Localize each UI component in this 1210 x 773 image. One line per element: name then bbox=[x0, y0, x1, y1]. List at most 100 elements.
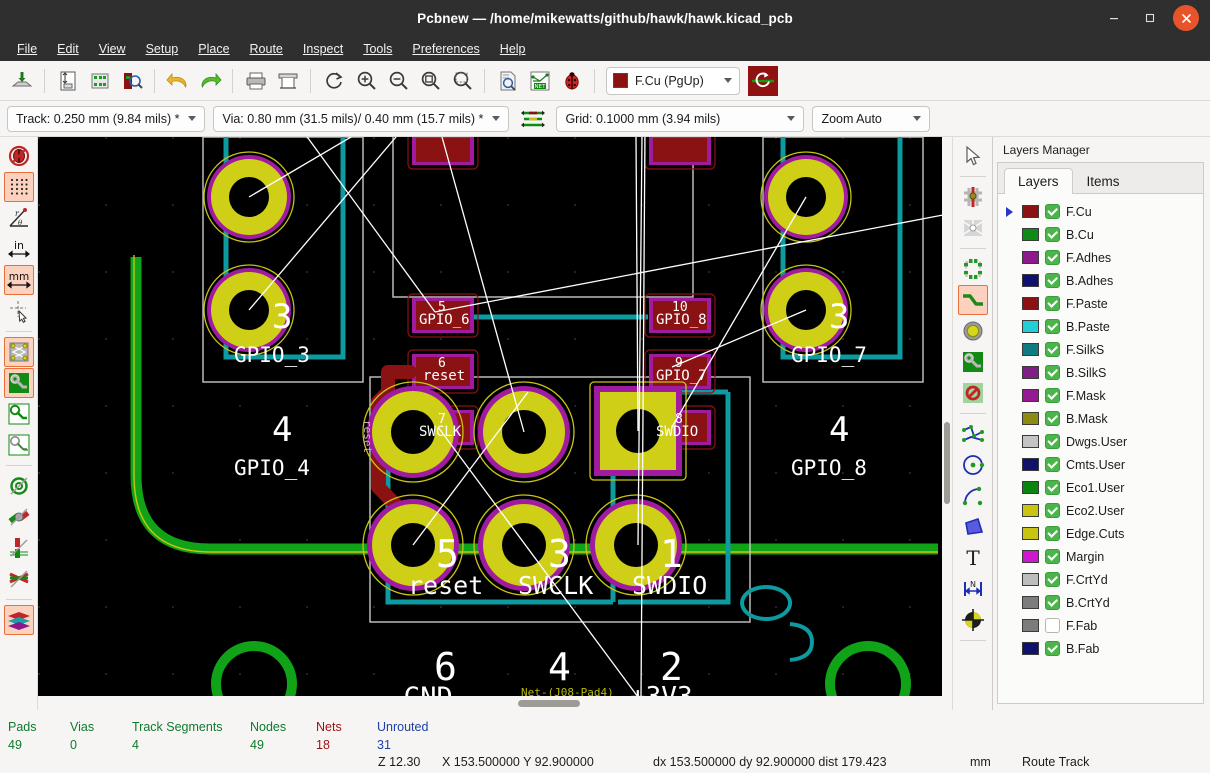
layer-row[interactable]: F.Adhes bbox=[998, 246, 1203, 269]
layer-visibility-checkbox[interactable] bbox=[1045, 411, 1060, 426]
layer-color-swatch[interactable] bbox=[1022, 297, 1039, 310]
add-arc-icon[interactable] bbox=[958, 481, 988, 511]
vias-sketch-icon[interactable] bbox=[4, 502, 34, 532]
layer-color-swatch[interactable] bbox=[1022, 205, 1039, 218]
layer-color-swatch[interactable] bbox=[1022, 550, 1039, 563]
polar-coords-icon[interactable]: r θ bbox=[4, 203, 34, 233]
save-board-icon[interactable] bbox=[6, 65, 37, 96]
menu-inspect[interactable]: Inspect bbox=[294, 39, 352, 59]
layer-visibility-checkbox[interactable] bbox=[1045, 618, 1060, 633]
layer-color-swatch[interactable] bbox=[1022, 251, 1039, 264]
add-keepout-zone-icon[interactable] bbox=[958, 378, 988, 408]
local-ratsnest-icon[interactable] bbox=[958, 213, 988, 243]
layer-row[interactable]: F.Mask bbox=[998, 384, 1203, 407]
redo-icon[interactable] bbox=[194, 65, 225, 96]
menu-file[interactable]: File bbox=[8, 39, 46, 59]
auto-track-width-icon[interactable] bbox=[517, 103, 548, 134]
menu-setup[interactable]: Setup bbox=[137, 39, 188, 59]
grid-selector[interactable]: Grid: 0.1000 mm (3.94 mils) bbox=[556, 105, 805, 132]
layer-visibility-checkbox[interactable] bbox=[1045, 250, 1060, 265]
select-cursor-icon[interactable] bbox=[958, 141, 988, 171]
zoom-out-icon[interactable] bbox=[382, 65, 413, 96]
plot-icon[interactable] bbox=[272, 65, 303, 96]
layer-visibility-checkbox[interactable] bbox=[1045, 365, 1060, 380]
layer-row[interactable]: Eco2.User bbox=[998, 499, 1203, 522]
layer-row[interactable]: F.Fab bbox=[998, 614, 1203, 637]
layer-visibility-checkbox[interactable] bbox=[1045, 503, 1060, 518]
layer-visibility-checkbox[interactable] bbox=[1045, 572, 1060, 587]
scroll-thumb[interactable] bbox=[518, 700, 580, 707]
layer-color-swatch[interactable] bbox=[1022, 642, 1039, 655]
net-inspect-icon[interactable]: NET bbox=[524, 65, 555, 96]
layer-row[interactable]: Margin bbox=[998, 545, 1203, 568]
layer-row[interactable]: B.Mask bbox=[998, 407, 1203, 430]
layer-color-swatch[interactable] bbox=[1022, 320, 1039, 333]
zoom-fit-icon[interactable] bbox=[414, 65, 445, 96]
show-ratsnest-icon[interactable] bbox=[3, 337, 34, 367]
fill-zones-icon[interactable] bbox=[3, 368, 34, 398]
units-mm-icon[interactable]: mm bbox=[3, 265, 34, 295]
layer-row[interactable]: B.Adhes bbox=[998, 269, 1203, 292]
netlist-read-icon[interactable] bbox=[492, 65, 523, 96]
via-size-selector[interactable]: Via: 0.80 mm (31.5 mils)/ 0.40 mm (15.7 … bbox=[213, 105, 510, 132]
wireframe-zones-icon[interactable] bbox=[4, 399, 34, 429]
layer-visibility-checkbox[interactable] bbox=[1045, 273, 1060, 288]
sketch-zones-icon[interactable] bbox=[4, 430, 34, 460]
place-footprint-icon[interactable] bbox=[958, 254, 988, 284]
highlight-net-icon[interactable] bbox=[958, 182, 988, 212]
menu-edit[interactable]: Edit bbox=[48, 39, 88, 59]
menu-preferences[interactable]: Preferences bbox=[403, 39, 488, 59]
layer-visibility-checkbox[interactable] bbox=[1045, 526, 1060, 541]
footprint-editor-icon[interactable] bbox=[84, 65, 115, 96]
layer-row[interactable]: B.Paste bbox=[998, 315, 1203, 338]
zoom-selector[interactable]: Zoom Auto bbox=[812, 105, 931, 132]
layer-row[interactable]: B.Fab bbox=[998, 637, 1203, 660]
layer-color-swatch[interactable] bbox=[1022, 481, 1039, 494]
active-layer-selector[interactable]: F.Cu (PgUp) bbox=[606, 66, 740, 95]
canvas-vertical-scrollbar[interactable] bbox=[942, 137, 952, 696]
layer-color-swatch[interactable] bbox=[1022, 366, 1039, 379]
layer-visibility-checkbox[interactable] bbox=[1045, 204, 1060, 219]
add-text-icon[interactable]: T bbox=[958, 543, 988, 573]
canvas-horizontal-scrollbar[interactable] bbox=[38, 696, 952, 710]
grid-display-icon[interactable] bbox=[3, 172, 34, 202]
layer-row[interactable]: F.Cu bbox=[998, 200, 1203, 223]
layer-row[interactable]: B.Cu bbox=[998, 223, 1203, 246]
layer-row[interactable]: B.CrtYd bbox=[998, 591, 1203, 614]
contrast-mode-icon[interactable] bbox=[3, 605, 34, 635]
layer-visibility-checkbox[interactable] bbox=[1045, 480, 1060, 495]
menu-view[interactable]: View bbox=[90, 39, 135, 59]
refresh-icon[interactable] bbox=[318, 65, 349, 96]
layer-color-swatch[interactable] bbox=[1022, 412, 1039, 425]
layer-color-swatch[interactable] bbox=[1022, 573, 1039, 586]
menu-tools[interactable]: Tools bbox=[354, 39, 401, 59]
add-filled-zone-icon[interactable] bbox=[958, 347, 988, 377]
add-polygon-icon[interactable] bbox=[958, 512, 988, 542]
menu-help[interactable]: Help bbox=[491, 39, 535, 59]
drc-bug-icon[interactable] bbox=[556, 65, 587, 96]
layer-color-swatch[interactable] bbox=[1022, 228, 1039, 241]
scroll-thumb[interactable] bbox=[944, 422, 950, 504]
layer-color-swatch[interactable] bbox=[1022, 435, 1039, 448]
pcb-canvas[interactable]: 3 GPIO_3 4 GPIO_4 3 GPIO_7 4 GPIO_8 5 re… bbox=[38, 137, 952, 696]
zoom-area-icon[interactable] bbox=[446, 65, 477, 96]
route-track-icon[interactable] bbox=[957, 285, 988, 315]
print-icon[interactable] bbox=[240, 65, 271, 96]
layer-color-swatch[interactable] bbox=[1022, 458, 1039, 471]
layer-visibility-checkbox[interactable] bbox=[1045, 595, 1060, 610]
layer-visibility-checkbox[interactable] bbox=[1045, 388, 1060, 403]
track-width-selector[interactable]: Track: 0.250 mm (9.84 mils) * bbox=[7, 105, 206, 132]
add-circle-icon[interactable] bbox=[958, 450, 988, 480]
layer-row[interactable]: F.SilkS bbox=[998, 338, 1203, 361]
full-crosshair-icon[interactable] bbox=[4, 296, 34, 326]
drc-off-icon[interactable] bbox=[4, 141, 34, 171]
layer-row[interactable]: Cmts.User bbox=[998, 453, 1203, 476]
pads-sketch-icon[interactable] bbox=[4, 471, 34, 501]
zoom-in-icon[interactable] bbox=[350, 65, 381, 96]
layer-row[interactable]: B.SilkS bbox=[998, 361, 1203, 384]
layer-color-swatch[interactable] bbox=[1022, 527, 1039, 540]
add-dimension-icon[interactable]: N bbox=[958, 574, 988, 604]
maximize-button[interactable] bbox=[1137, 5, 1163, 31]
menu-place[interactable]: Place bbox=[189, 39, 238, 59]
minimize-button[interactable] bbox=[1101, 5, 1127, 31]
